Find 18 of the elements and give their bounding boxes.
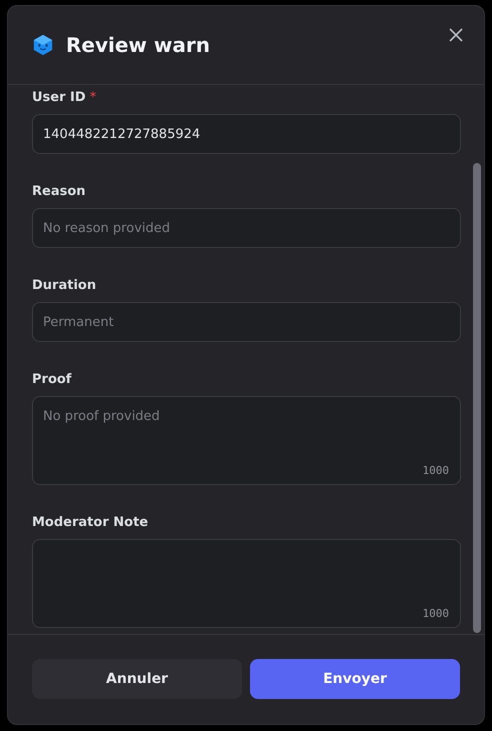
- dialog-title: Review warn: [66, 33, 210, 57]
- character-counter: 1000: [422, 464, 449, 477]
- field-label: Proof: [32, 372, 72, 387]
- character-counter: 1000: [422, 607, 449, 620]
- field-label: Duration: [32, 278, 96, 293]
- input-field[interactable]: Permanent: [32, 302, 461, 342]
- text-area[interactable]: [32, 539, 461, 628]
- input-field[interactable]: 1404482212727885924: [32, 114, 461, 154]
- scrollbar[interactable]: [473, 163, 481, 633]
- cube-icon: [32, 33, 54, 57]
- field-label: Moderator Note: [32, 515, 148, 530]
- submit-button[interactable]: Envoyer: [250, 659, 460, 699]
- field-label: Reason: [32, 184, 86, 199]
- required-mark: *: [90, 90, 96, 105]
- cancel-button[interactable]: Annuler: [32, 659, 242, 699]
- close-icon[interactable]: [448, 27, 464, 43]
- field-label: User ID: [32, 90, 86, 105]
- input-field[interactable]: No reason provided: [32, 208, 461, 248]
